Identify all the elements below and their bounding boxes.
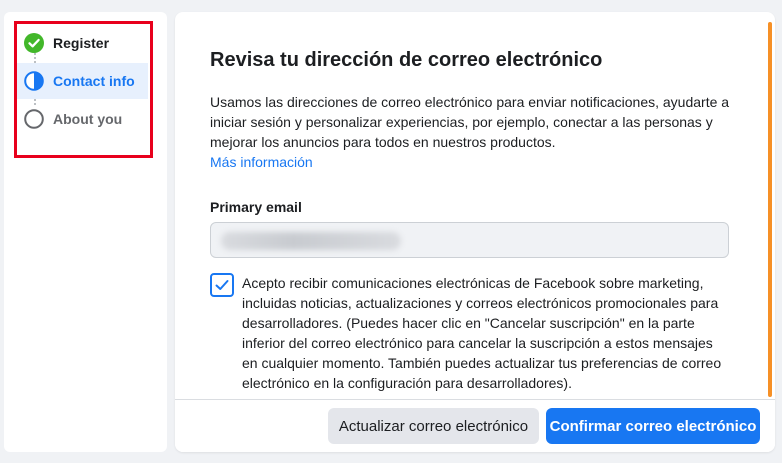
page-title: Revisa tu dirección de correo electrónic… xyxy=(210,49,603,71)
card-footer: Actualizar correo electrónico Confirmar … xyxy=(175,399,775,452)
step-register[interactable]: Register xyxy=(16,25,148,61)
email-field[interactable] xyxy=(210,222,729,258)
step-label: Register xyxy=(53,35,110,51)
checkmark-icon xyxy=(215,280,229,290)
marketing-consent: Acepto recibir comunicaciones electrónic… xyxy=(210,273,730,393)
description-text: Usamos las direcciones de correo electró… xyxy=(210,94,730,150)
consent-text: Acepto recibir comunicaciones electrónic… xyxy=(242,275,722,391)
email-review-card: Revisa tu dirección de correo electrónic… xyxy=(175,12,775,452)
step-about-you[interactable]: About you xyxy=(16,101,148,137)
redacted-email-value xyxy=(221,232,401,250)
empty-circle-icon xyxy=(24,109,44,129)
half-circle-progress-icon xyxy=(24,71,44,91)
scrollbar[interactable] xyxy=(768,22,772,397)
more-info-link[interactable]: Más información xyxy=(210,152,730,172)
card-content: Revisa tu dirección de correo electrónic… xyxy=(210,47,730,393)
step-label: About you xyxy=(53,111,123,127)
step-contact-info[interactable]: Contact info xyxy=(16,63,148,99)
confirm-email-button[interactable]: Confirmar correo electrónico xyxy=(546,408,760,444)
step-label: Contact info xyxy=(53,73,135,89)
email-field-label: Primary email xyxy=(210,199,302,215)
update-email-button[interactable]: Actualizar correo electrónico xyxy=(328,408,539,444)
consent-checkbox[interactable] xyxy=(210,273,234,297)
check-circle-icon xyxy=(24,33,44,53)
